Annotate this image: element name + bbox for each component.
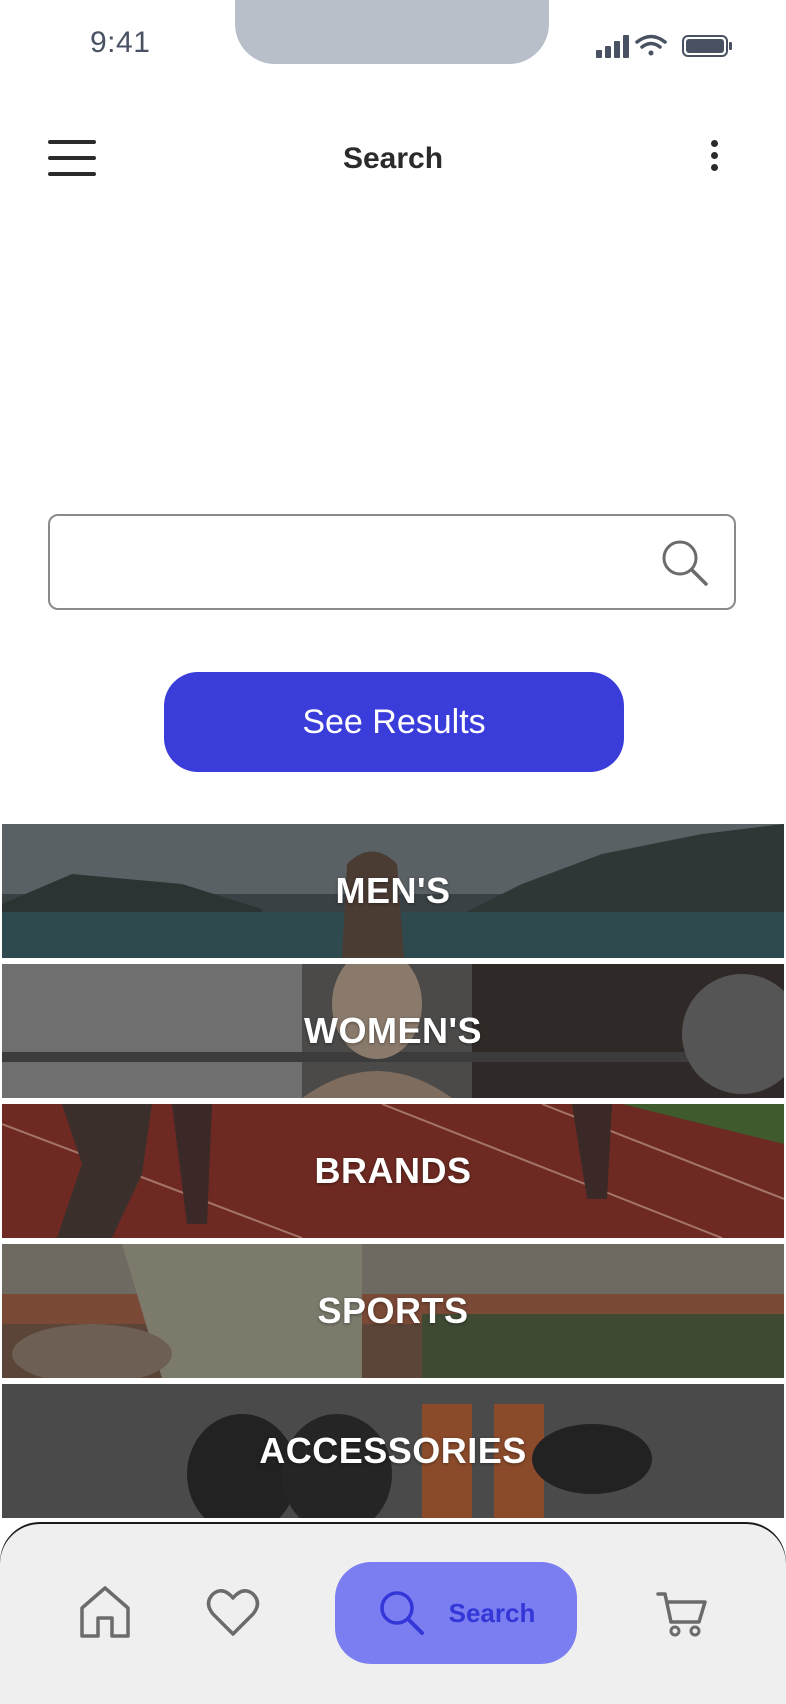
status-icons	[594, 32, 734, 60]
see-results-button[interactable]: See Results	[164, 672, 624, 772]
more-vertical-icon	[700, 140, 728, 171]
more-options-button[interactable]	[700, 140, 728, 180]
nav-cart[interactable]	[656, 1590, 708, 1638]
category-accessories[interactable]: ACCESSORIES	[2, 1384, 784, 1518]
category-label: SPORTS	[317, 1290, 469, 1331]
category-womens[interactable]: WOMEN'S	[2, 964, 784, 1098]
status-time: 9:41	[90, 26, 151, 59]
nav-favorites[interactable]	[206, 1588, 260, 1638]
home-icon	[80, 1586, 130, 1638]
search-icon	[379, 1591, 424, 1635]
heart-icon	[206, 1589, 260, 1636]
notch	[235, 0, 549, 64]
signal-icon	[596, 35, 629, 58]
search-field[interactable]	[48, 514, 736, 610]
nav-search-label: Search	[448, 1597, 536, 1628]
page-title: Search	[342, 142, 444, 175]
category-sports[interactable]: SPORTS	[2, 1244, 784, 1378]
category-label: WOMEN'S	[303, 1010, 483, 1051]
search-icon[interactable]	[660, 538, 710, 588]
category-label: MEN'S	[335, 870, 451, 911]
nav-search[interactable]: Search	[335, 1562, 577, 1664]
battery-icon	[682, 35, 732, 57]
search-input[interactable]	[72, 534, 656, 592]
category-brands[interactable]: BRANDS	[2, 1104, 784, 1238]
cart-icon	[656, 1592, 707, 1637]
category-label: BRANDS	[314, 1150, 472, 1191]
wifi-icon	[635, 34, 667, 56]
nav-home[interactable]	[78, 1584, 132, 1640]
category-mens[interactable]: MEN'S	[2, 824, 784, 958]
category-label: ACCESSORIES	[259, 1430, 527, 1471]
